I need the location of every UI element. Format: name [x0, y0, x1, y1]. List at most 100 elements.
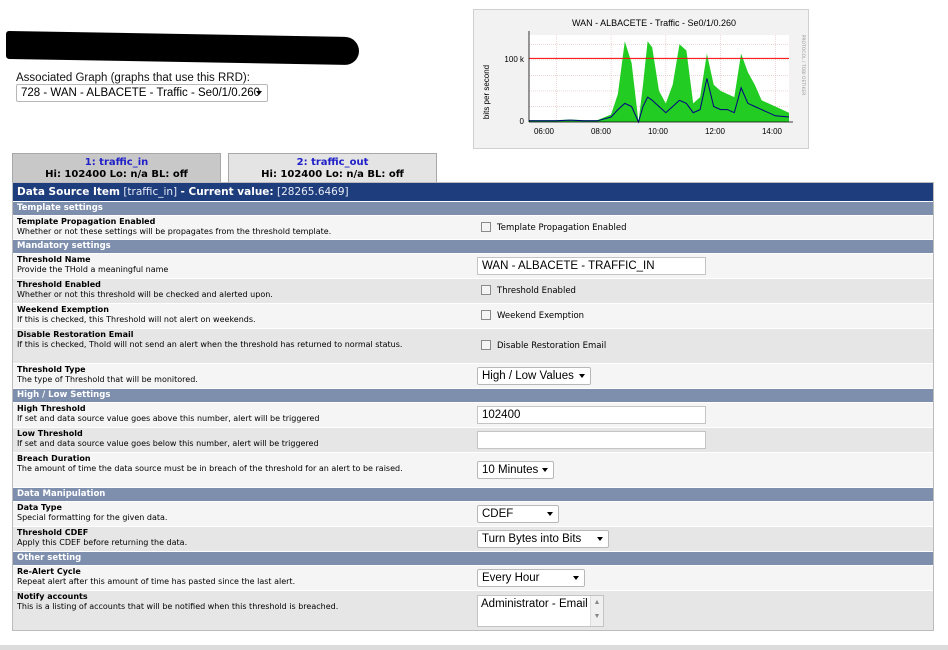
- row-label: Disable Restoration Email: [17, 330, 134, 339]
- row-realert-cycle: Re-Alert Cycle Repeat alert after this am…: [13, 565, 933, 590]
- graph-side-label: PROTOCOL / TOBI OETIKER: [800, 35, 806, 96]
- row-label: Threshold CDEF: [17, 528, 89, 537]
- high-threshold-input[interactable]: 102400: [477, 406, 706, 424]
- row-disable-restoration-email: Disable Restoration Email If this is chec…: [13, 328, 933, 363]
- listbox-option[interactable]: Administrator - Email: [481, 598, 588, 610]
- checkbox-label: Threshold Enabled: [497, 286, 576, 296]
- x-tick-label: 10:00: [648, 127, 669, 136]
- row-label: Re-Alert Cycle: [17, 567, 81, 576]
- traffic-graph-svg: WAN - ALBACETE - Traffic - Se0/1/0.260 b…: [482, 18, 806, 136]
- select-value: Turn Bytes into Bits: [482, 533, 582, 545]
- row-label: Notify accounts: [17, 592, 88, 601]
- row-threshold-name: Threshold Name Provide the THold a meanin…: [13, 253, 933, 278]
- weekend-exemption-checkbox[interactable]: [481, 310, 491, 320]
- checkbox-label: Template Propagation Enabled: [497, 223, 627, 233]
- tab-traffic-out-name: 2: traffic_out: [296, 157, 369, 168]
- row-desc: If this is checked, Thold will not send …: [17, 339, 403, 349]
- x-tick-label: 14:00: [762, 127, 783, 136]
- row-desc: Apply this CDEF before returning the dat…: [17, 537, 188, 547]
- threshold-type-select[interactable]: High / Low Values: [477, 367, 591, 385]
- select-value: 10 Minutes: [482, 464, 539, 476]
- tab-traffic-in-info: Hi: 102400 Lo: n/a BL: off: [45, 169, 188, 180]
- template-propagation-checkbox[interactable]: [481, 222, 491, 232]
- listbox-scrollbar[interactable]: ▲ ▼: [590, 596, 603, 626]
- tab-traffic-in[interactable]: 1: traffic_in Hi: 102400 Lo: n/a BL: off: [12, 153, 221, 182]
- scroll-up-icon[interactable]: ▲: [591, 596, 603, 610]
- row-label: High Threshold: [17, 404, 86, 413]
- x-tick-label: 08:00: [591, 127, 612, 136]
- table-title: Data Source Item [traffic_in] - Current …: [13, 183, 933, 201]
- row-desc: Provide the THold a meaningful name: [17, 264, 169, 274]
- row-desc: Whether or not these settings will be pr…: [17, 226, 332, 236]
- select-value: CDEF: [482, 508, 514, 520]
- x-tick-label: 12:00: [705, 127, 726, 136]
- row-notify-accounts: Notify accounts This is a listing of acco…: [13, 590, 933, 630]
- threshold-cdef-select[interactable]: Turn Bytes into Bits: [477, 530, 609, 548]
- tab-traffic-in-name: 1: traffic_in: [84, 157, 149, 168]
- row-label: Threshold Enabled: [17, 280, 101, 289]
- realert-cycle-select[interactable]: Every Hour: [477, 569, 585, 587]
- row-weekend-exemption: Weekend Exemption If this is checked, thi…: [13, 303, 933, 328]
- chevron-down-icon: [256, 91, 262, 95]
- section-mandatory-settings: Mandatory settings: [13, 239, 933, 253]
- section-data-manipulation: Data Manipulation: [13, 487, 933, 501]
- tab-traffic-out[interactable]: 2: traffic_out Hi: 102400 Lo: n/a BL: of…: [228, 153, 437, 182]
- row-template-propagation: Template Propagation Enabled Whether or n…: [13, 215, 933, 239]
- row-desc: If set and data source value goes below …: [17, 438, 319, 448]
- threshold-enabled-checkbox[interactable]: [481, 285, 491, 295]
- traffic-graph: WAN - ALBACETE - Traffic - Se0/1/0.260 b…: [473, 9, 809, 149]
- row-desc: Special formatting for the given data.: [17, 512, 168, 522]
- checkbox-label: Weekend Exemption: [497, 311, 585, 321]
- title-item: [traffic_in]: [123, 186, 178, 198]
- threshold-name-input[interactable]: WAN - ALBACETE - TRAFFIC_IN: [477, 257, 706, 275]
- data-type-select[interactable]: CDEF: [477, 505, 559, 523]
- section-template-settings: Template settings: [13, 201, 933, 215]
- chevron-down-icon: [579, 374, 585, 378]
- row-high-threshold: High Threshold If set and data source val…: [13, 402, 933, 427]
- row-desc: The type of Threshold that will be monit…: [17, 374, 198, 384]
- select-value: Every Hour: [482, 572, 540, 584]
- section-high-low-settings: High / Low Settings: [13, 388, 933, 402]
- row-label: Threshold Type: [17, 365, 86, 374]
- window-bottom-edge: [0, 645, 948, 650]
- notify-accounts-listbox[interactable]: Administrator - Email ▲ ▼: [477, 595, 604, 627]
- scroll-down-icon[interactable]: ▼: [591, 610, 603, 624]
- row-label: Low Threshold: [17, 429, 83, 438]
- section-other-setting: Other setting: [13, 551, 933, 565]
- chevron-down-icon: [547, 512, 553, 516]
- disable-restoration-checkbox[interactable]: [481, 340, 491, 350]
- threshold-settings-table: Data Source Item [traffic_in] - Current …: [12, 182, 934, 631]
- tab-traffic-out-info: Hi: 102400 Lo: n/a BL: off: [261, 169, 404, 180]
- row-desc: Whether or not this threshold will be ch…: [17, 289, 273, 299]
- graph-ylabel: bits per second: [482, 65, 491, 119]
- associated-graph-select[interactable]: 728 - WAN - ALBACETE - Traffic - Se0/1/0…: [16, 84, 268, 102]
- title-prefix: Data Source Item: [17, 186, 120, 198]
- row-label: Breach Duration: [17, 454, 91, 463]
- associated-graph-select-value: 728 - WAN - ALBACETE - Traffic - Se0/1/0…: [21, 87, 261, 99]
- checkbox-label: Disable Restoration Email: [497, 341, 607, 351]
- row-label: Template Propagation Enabled: [17, 217, 156, 226]
- redacted-title: [6, 30, 359, 66]
- row-desc: Repeat alert after this amount of time h…: [17, 576, 296, 586]
- chevron-down-icon: [573, 576, 579, 580]
- x-tick-label: 06:00: [534, 127, 555, 136]
- y-tick-label: 100 k: [504, 55, 525, 64]
- low-threshold-input[interactable]: [477, 431, 706, 449]
- title-value: [28265.6469]: [276, 186, 349, 198]
- row-data-type: Data Type Special formatting for the give…: [13, 501, 933, 526]
- chevron-down-icon: [542, 468, 548, 472]
- row-label: Data Type: [17, 503, 62, 512]
- title-current: - Current value:: [180, 186, 274, 198]
- graph-title: WAN - ALBACETE - Traffic - Se0/1/0.260: [572, 18, 736, 28]
- associated-graph-label: Associated Graph (graphs that use this R…: [16, 72, 250, 84]
- row-desc: This is a listing of accounts that will …: [17, 601, 339, 611]
- select-value: High / Low Values: [482, 370, 574, 382]
- row-desc: If this is checked, this Threshold will …: [17, 314, 256, 324]
- row-threshold-cdef: Threshold CDEF Apply this CDEF before ret…: [13, 526, 933, 551]
- row-label: Threshold Name: [17, 255, 91, 264]
- breach-duration-select[interactable]: 10 Minutes: [477, 461, 554, 479]
- row-desc: The amount of time the data source must …: [17, 463, 403, 473]
- row-threshold-enabled: Threshold Enabled Whether or not this thr…: [13, 278, 933, 303]
- row-desc: If set and data source value goes above …: [17, 413, 320, 423]
- row-low-threshold: Low Threshold If set and data source valu…: [13, 427, 933, 452]
